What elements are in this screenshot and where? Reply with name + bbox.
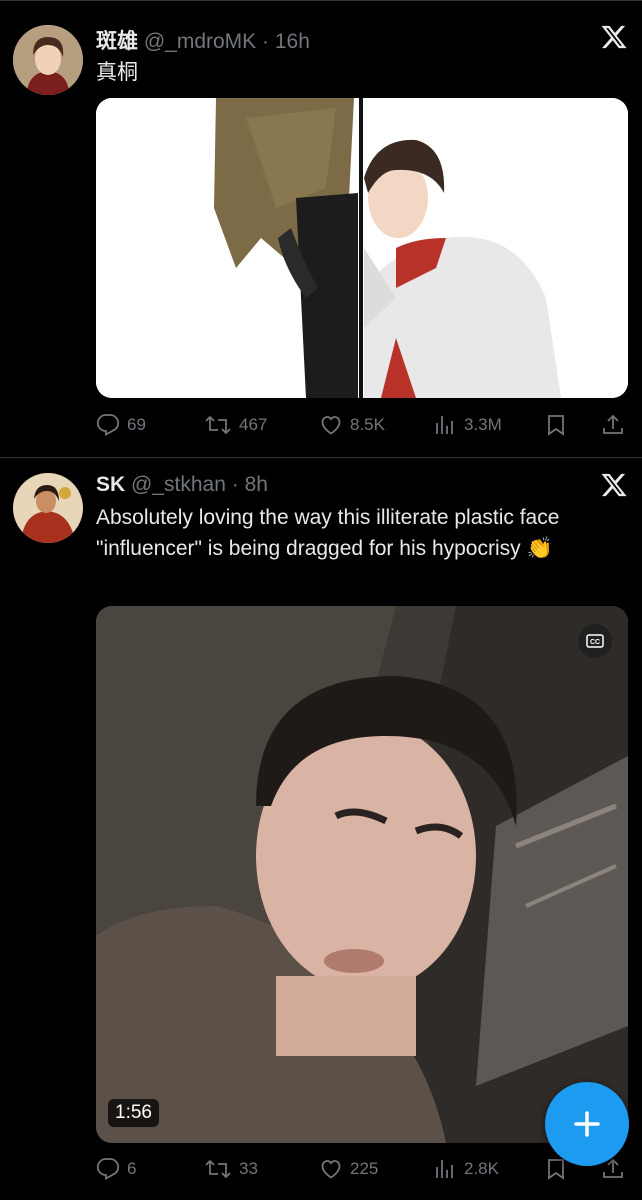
repost-button[interactable]: 467 bbox=[204, 410, 267, 440]
views-count: 2.8K bbox=[464, 1159, 499, 1178]
author-handle[interactable]: @_mdroMK bbox=[144, 30, 256, 53]
x-logo-icon bbox=[600, 471, 628, 499]
like-icon bbox=[321, 1160, 341, 1179]
x-logo-icon bbox=[600, 23, 628, 51]
like-button[interactable]: 225 bbox=[319, 1154, 378, 1184]
tweet-header: 斑雄 @_mdroMK · 16h bbox=[96, 25, 310, 55]
author-handle[interactable]: @_stkhan bbox=[131, 473, 226, 496]
reply-button[interactable]: 69 bbox=[96, 410, 146, 440]
share-button[interactable] bbox=[601, 410, 625, 440]
repost-button[interactable]: 33 bbox=[204, 1154, 258, 1184]
like-icon bbox=[321, 416, 341, 435]
like-count: 8.5K bbox=[350, 415, 385, 434]
reply-icon bbox=[96, 414, 120, 437]
bookmark-icon bbox=[548, 1159, 564, 1180]
captions-button[interactable]: CC bbox=[578, 624, 612, 658]
views-icon bbox=[436, 416, 453, 434]
tweet[interactable]: SK @_stkhan · 8h Absolutely loving the w… bbox=[0, 457, 642, 1200]
author-name[interactable]: SK bbox=[96, 473, 125, 496]
tweet-header: SK @_stkhan · 8h bbox=[96, 473, 268, 497]
like-button[interactable]: 8.5K bbox=[319, 410, 385, 440]
bookmark-button[interactable] bbox=[544, 410, 568, 440]
timestamp[interactable]: 16h bbox=[275, 30, 310, 53]
share-icon bbox=[603, 414, 623, 434]
avatar[interactable] bbox=[13, 473, 83, 543]
timestamp[interactable]: 8h bbox=[245, 473, 268, 496]
repost-count: 33 bbox=[239, 1159, 258, 1178]
video-duration: 1:56 bbox=[108, 1099, 159, 1127]
plus-icon bbox=[574, 1111, 600, 1137]
tweet-video[interactable]: CC 1:56 bbox=[96, 606, 628, 1143]
compose-button[interactable] bbox=[545, 1082, 629, 1166]
reply-icon bbox=[96, 1158, 120, 1181]
tweet-text: Absolutely loving the way this illiterat… bbox=[96, 506, 560, 560]
separator-dot: · bbox=[262, 30, 270, 53]
views-button[interactable]: 3.3M bbox=[433, 410, 502, 440]
tweet-text: 真桐 bbox=[96, 61, 138, 84]
reply-button[interactable]: 6 bbox=[96, 1154, 136, 1184]
avatar[interactable] bbox=[13, 25, 83, 95]
bookmark-icon bbox=[548, 415, 564, 436]
reply-count: 6 bbox=[127, 1159, 137, 1178]
separator-dot: · bbox=[231, 473, 239, 496]
repost-count: 467 bbox=[239, 415, 268, 434]
tweet-image[interactable] bbox=[96, 98, 628, 398]
like-count: 225 bbox=[350, 1159, 379, 1178]
svg-text:CC: CC bbox=[590, 639, 600, 646]
tweet-actions: 6 33 225 2.8K bbox=[96, 1154, 632, 1184]
views-button[interactable]: 2.8K bbox=[433, 1154, 499, 1184]
repost-icon bbox=[205, 415, 231, 435]
tweet[interactable]: 斑雄 @_mdroMK · 16h 真桐 69 467 8.5K 3.3M bbox=[0, 0, 642, 458]
reply-count: 69 bbox=[127, 415, 146, 434]
cc-icon: CC bbox=[586, 634, 604, 648]
tweet-actions: 69 467 8.5K 3.3M bbox=[96, 410, 632, 440]
author-name[interactable]: 斑雄 bbox=[96, 30, 138, 53]
repost-icon bbox=[205, 1159, 231, 1179]
views-count: 3.3M bbox=[464, 415, 502, 434]
views-icon bbox=[436, 1160, 453, 1178]
